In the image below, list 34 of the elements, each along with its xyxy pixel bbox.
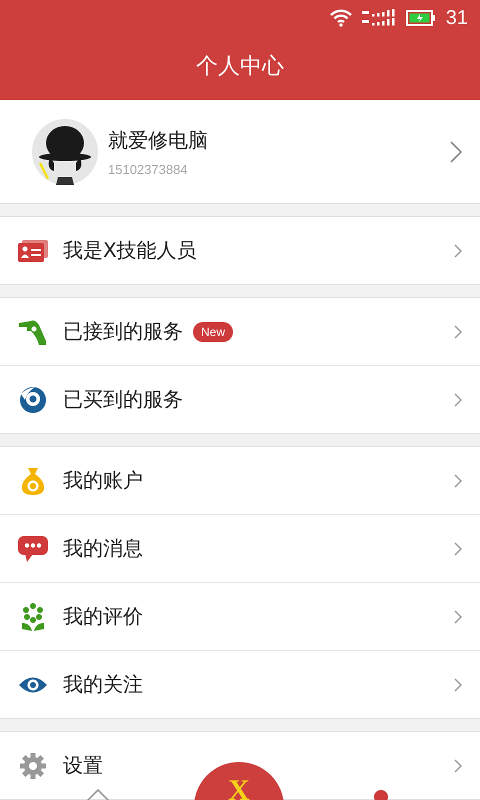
menu-item[interactable]: 我是X技能人员 [63,237,197,264]
chevron-icon [454,610,462,624]
chevron-icon [454,392,462,406]
signal-icon [362,9,396,27]
phone-number: 15102373884 [108,162,189,176]
menu-item[interactable]: 我的关注 [63,671,143,698]
wifi-icon [330,9,352,27]
chevron-icon [454,324,462,338]
user-name: 就爱修电脑 [108,126,209,154]
settings-icon [18,752,48,778]
menu-item[interactable]: 我的评价 [63,603,143,630]
chat-icon [18,536,48,562]
menu-item[interactable]: 设置 [63,752,103,779]
new-badge: New [193,322,234,342]
chevron-icon [454,474,462,488]
ring-icon [18,386,48,414]
hand-icon [18,318,48,344]
chevron-icon [454,244,462,258]
id-card-icon [18,240,48,262]
chevron-icon [450,140,462,162]
status-time: 31 [446,6,468,30]
profile-row[interactable]: 就爱修电脑 15102373884 [0,100,480,204]
chevron-icon [454,542,462,556]
avatar-icon [32,118,98,184]
chevron-icon [454,758,462,772]
menu-item[interactable]: 我的账户 [63,467,143,494]
battery-icon [406,10,436,26]
home-icon[interactable] [86,789,110,800]
page-title: 个人中心 [195,53,285,81]
menu-item[interactable]: 我的消息 [63,535,143,562]
eye-icon [18,676,48,694]
menu-item[interactable]: 已买到的服务 [63,386,183,413]
menu-item[interactable]: 已接到的服务 [63,318,183,345]
chevron-icon [454,678,462,692]
